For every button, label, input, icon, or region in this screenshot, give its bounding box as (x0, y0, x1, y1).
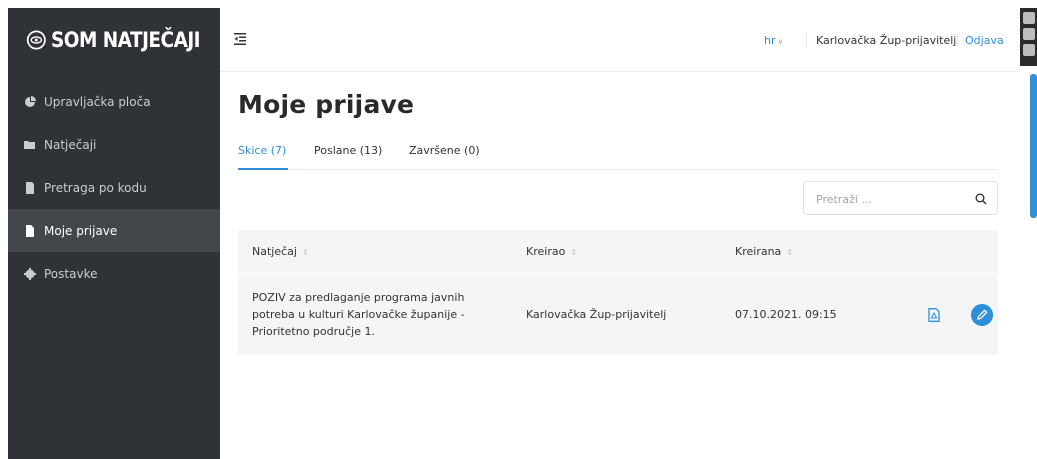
chevron-down-icon: ∨ (777, 37, 784, 46)
settings-icon[interactable] (1022, 44, 1035, 56)
image-icon[interactable] (1022, 28, 1035, 40)
sidebar-item-postavke[interactable]: Postavke (8, 252, 220, 295)
cell-kreirao: Karlovačka Žup-prijavitelj (526, 308, 667, 321)
edge-toolbar (1020, 8, 1037, 66)
file-icon (24, 224, 36, 237)
page-title: Moje prijave (238, 90, 415, 119)
document-icon (24, 181, 36, 194)
cell-natjecaj: POZIV za predlaganje programa javnih pot… (252, 289, 512, 340)
language-value: hr (764, 34, 776, 47)
tabs: Skice (7) Poslane (13) Završene (0) (238, 144, 998, 170)
column-label: Kreirana (735, 245, 782, 258)
sidebar-item-label: Natječaji (44, 137, 97, 152)
sort-icon: ⇕ (570, 248, 578, 257)
cell-kreirana: 07.10.2021. 09:15 (735, 308, 837, 321)
table-row: POZIV za predlaganje programa javnih pot… (238, 273, 998, 355)
search-input[interactable] (816, 190, 961, 208)
column-label: Natječaj (252, 245, 297, 258)
sidebar-item-label: Pretraga po kodu (44, 180, 147, 195)
eye-logo-icon (26, 30, 46, 50)
gear-icon (24, 267, 36, 280)
table-header: Natječaj ⇕ Kreirao ⇕ Kreirana ⇕ (238, 230, 998, 273)
pdf-icon[interactable] (928, 308, 940, 322)
sidebar-item-natjecaji[interactable]: Natječaji (8, 123, 220, 166)
language-selector[interactable]: hr ∨ (764, 34, 783, 47)
search-icon[interactable] (975, 193, 987, 205)
column-label: Kreirao (526, 245, 566, 258)
column-header-kreirao[interactable]: Kreirao ⇕ (526, 245, 577, 258)
active-tab-indicator (238, 168, 288, 170)
top-bar: hr ∨ Karlovačka Žup-prijavitelj Odjava (220, 8, 1017, 72)
menu-toggle-icon[interactable] (234, 32, 250, 46)
sidebar-item-moje-prijave[interactable]: Moje prijave (8, 209, 220, 252)
cell-text-line: POZIV za predlaganje programa javnih (252, 291, 465, 304)
logout-link[interactable]: Odjava (965, 34, 1004, 47)
folder-icon (24, 139, 36, 151)
brand-name: SOM NATJEČAJI (50, 28, 201, 52)
column-header-natjecaj[interactable]: Natječaj ⇕ (252, 245, 309, 258)
camera-icon[interactable] (1022, 12, 1035, 24)
applications-table: Natječaj ⇕ Kreirao ⇕ Kreirana ⇕ POZIV za pr… (238, 230, 998, 355)
sidebar: SOM NATJEČAJI Upravljačka ploča Natječaj… (8, 8, 220, 459)
sidebar-nav: Upravljačka ploča Natječaji Pretraga po … (8, 80, 220, 295)
sidebar-item-pretraga-po-kodu[interactable]: Pretraga po kodu (8, 166, 220, 209)
sidebar-item-label: Upravljačka ploča (44, 94, 151, 109)
sort-icon: ⇕ (786, 248, 793, 257)
sort-icon: ⇕ (301, 248, 309, 257)
column-header-kreirana[interactable]: Kreirana ⇕ (735, 245, 793, 258)
cell-text-line: Prioritetno područje 1. (252, 325, 375, 338)
pie-chart-icon (24, 95, 36, 108)
cell-text-line: potreba u kulturi Karlovačke županije - (252, 308, 465, 321)
sidebar-item-label: Postavke (44, 266, 98, 281)
brand-logo[interactable]: SOM NATJEČAJI (8, 8, 220, 72)
edit-button[interactable] (971, 304, 993, 326)
divider (806, 34, 807, 46)
user-name: Karlovačka Žup-prijavitelj (816, 34, 957, 47)
scrollbar[interactable] (1030, 74, 1037, 218)
search-box (803, 181, 998, 215)
divider (957, 34, 958, 46)
tab-poslane[interactable]: Poslane (13) (314, 144, 382, 157)
sidebar-item-label: Moje prijave (44, 223, 118, 238)
sidebar-item-upravljacka-ploca[interactable]: Upravljačka ploča (8, 80, 220, 123)
tab-skice[interactable]: Skice (7) (238, 144, 286, 157)
tab-zavrsene[interactable]: Završene (0) (409, 144, 480, 157)
